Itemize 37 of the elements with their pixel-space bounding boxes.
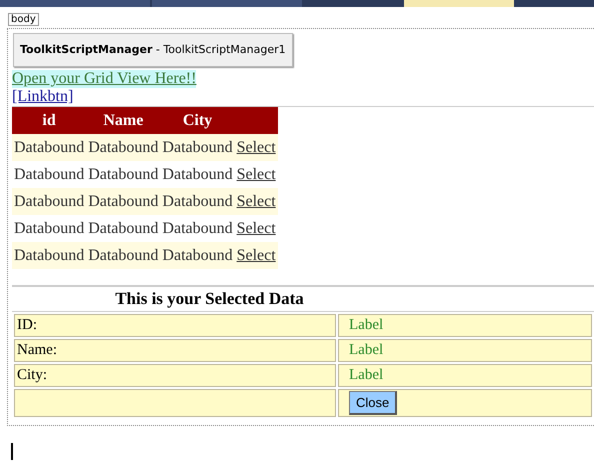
script-manager-control: ToolkitScriptManager - ToolkitScriptManager1: [13, 33, 293, 67]
link-button[interactable]: [Linkbtn]: [12, 88, 74, 105]
select-link[interactable]: Select: [236, 192, 276, 210]
table-cell: Databound: [12, 134, 86, 161]
table-cell: Databound: [86, 215, 160, 242]
grid-view-link[interactable]: Open your Grid View Here!!: [12, 70, 196, 88]
table-cell: Databound: [86, 242, 160, 269]
value-label: Label: [338, 364, 592, 387]
field-label: ID:: [14, 314, 336, 337]
tag-label: body: [8, 13, 39, 26]
table-cell: Databound: [12, 215, 86, 242]
table-cell: Databound: [160, 161, 235, 188]
column-header: id: [12, 107, 86, 134]
field-label: City:: [14, 364, 336, 387]
table-cell: Databound: [86, 161, 160, 188]
document-tab[interactable]: [0, 0, 150, 7]
table-cell: Databound: [160, 242, 235, 269]
table-cell: Databound: [86, 134, 160, 161]
column-header: Name: [86, 107, 160, 134]
table-cell: Databound: [160, 188, 235, 215]
column-header: City: [160, 107, 235, 134]
document-tab[interactable]: [404, 0, 514, 7]
table-cell: Databound: [160, 215, 235, 242]
value-label: Label: [338, 314, 592, 337]
select-link[interactable]: Select: [236, 246, 276, 264]
table-cell: Databound: [12, 242, 86, 269]
document-tab[interactable]: [152, 0, 302, 7]
table-cell: Databound: [12, 161, 86, 188]
section-heading: This is your Selected Data: [114, 288, 305, 310]
text-cursor: [11, 443, 13, 460]
select-link[interactable]: Select: [236, 138, 276, 156]
value-label: Label: [338, 339, 592, 362]
field-label: Name:: [14, 339, 336, 362]
table-cell: Databound: [12, 188, 86, 215]
table-cell: Databound: [160, 134, 235, 161]
table-cell: Databound: [86, 188, 160, 215]
close-button[interactable]: Close: [349, 391, 398, 415]
